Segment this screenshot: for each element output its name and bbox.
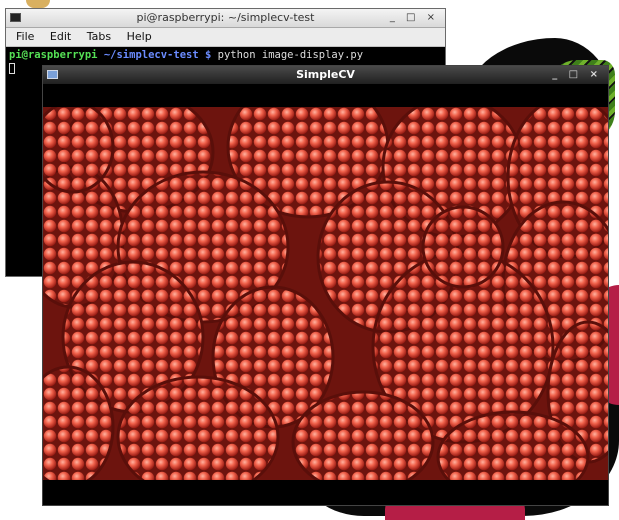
- raspberry-13: [116, 375, 280, 480]
- terminal-menubar: File Edit Tabs Help: [6, 28, 445, 47]
- simplecv-titlebar[interactable]: SimpleCV _ □ ×: [43, 66, 608, 85]
- raspberry-14: [291, 390, 435, 480]
- simplecv-window[interactable]: SimpleCV _ □ ×: [42, 65, 609, 506]
- raspberry-18: [421, 205, 505, 289]
- terminal-titlebar[interactable]: pi@raspberrypi: ~/simplecv-test _ □ ×: [6, 9, 445, 28]
- simplecv-title: SimpleCV: [296, 68, 355, 81]
- terminal-title: pi@raspberrypi: ~/simplecv-test: [136, 11, 315, 24]
- simplecv-window-controls[interactable]: _ □ ×: [552, 66, 602, 84]
- raspberry-17: [43, 107, 115, 194]
- menu-edit[interactable]: Edit: [50, 30, 71, 43]
- raspberries-photo: [43, 107, 608, 480]
- prompt-path: ~/simplecv-test $: [97, 49, 212, 61]
- prompt-user: pi@raspberrypi: [9, 49, 98, 61]
- window-controls[interactable]: _ □ ×: [390, 9, 439, 27]
- desktop-icon-fragment: [26, 0, 50, 8]
- menu-tabs[interactable]: Tabs: [87, 30, 111, 43]
- text-cursor: [9, 62, 15, 74]
- raspberries-image: [43, 107, 608, 480]
- command-text: python image-display.py: [211, 49, 364, 61]
- menu-help[interactable]: Help: [127, 30, 152, 43]
- menu-file[interactable]: File: [16, 30, 34, 43]
